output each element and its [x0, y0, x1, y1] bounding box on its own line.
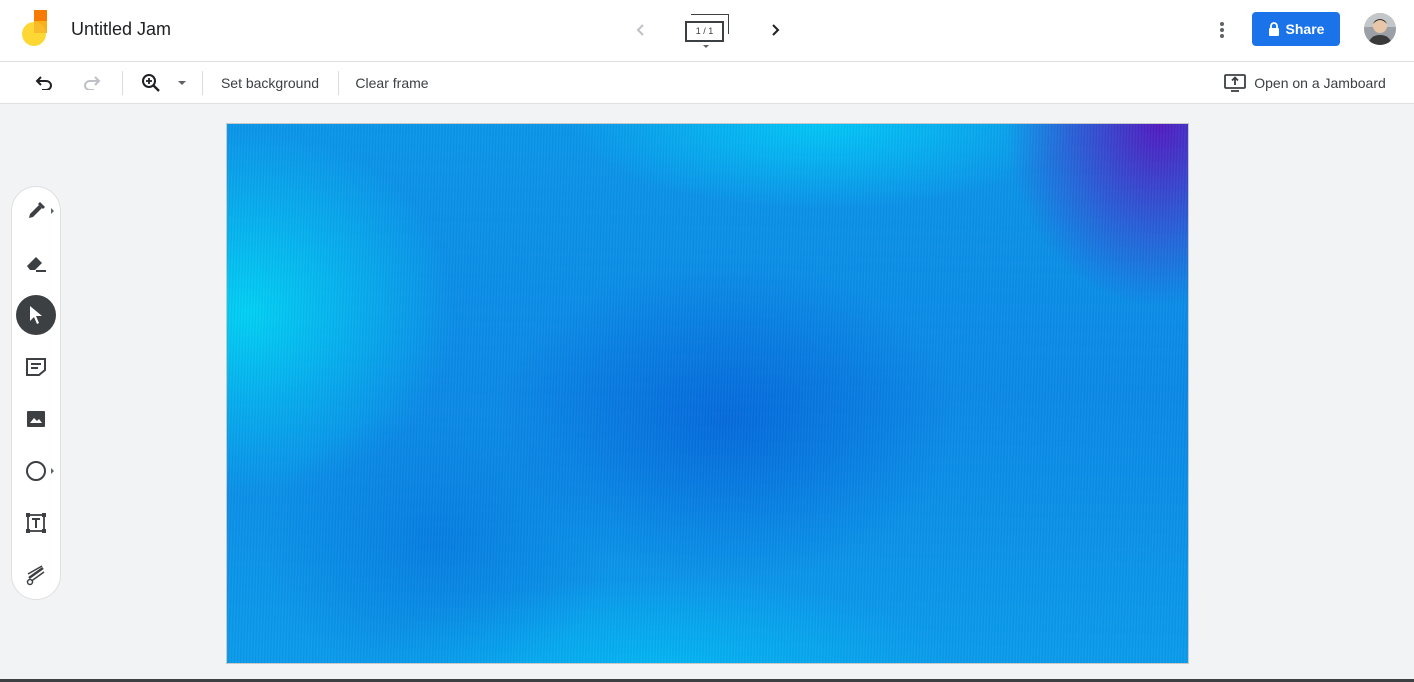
top-bar: Untitled Jam 1 / 1 Share: [0, 0, 1414, 62]
image-tool[interactable]: [16, 399, 56, 439]
avatar[interactable]: [1364, 13, 1396, 45]
tool-sidebar: [11, 186, 61, 600]
circle-icon: [26, 461, 46, 481]
eraser-tool[interactable]: [16, 243, 56, 283]
zoom-dropdown-button[interactable]: [174, 62, 190, 104]
undo-icon: [35, 76, 52, 90]
eraser-icon: [27, 257, 46, 272]
chevron-right-icon: [772, 24, 780, 36]
frame-indicator: 1 / 1: [685, 21, 724, 42]
laser-tool[interactable]: [16, 555, 56, 595]
divider: [338, 71, 339, 95]
doc-title[interactable]: Untitled Jam: [71, 19, 171, 40]
lock-icon: [1268, 22, 1279, 36]
caret-down-icon: [703, 45, 709, 48]
frame-bar-toggle[interactable]: 1 / 1: [683, 12, 733, 52]
laser-icon: [26, 565, 45, 586]
chevron-left-icon: [636, 24, 644, 36]
more-vert-icon: [1220, 22, 1224, 38]
share-button[interactable]: Share: [1252, 12, 1340, 46]
pen-icon: [29, 202, 45, 218]
expand-arrow-icon: [51, 208, 54, 214]
select-tool[interactable]: [16, 295, 56, 335]
set-background-button[interactable]: Set background: [214, 62, 326, 104]
zoom-button[interactable]: [138, 62, 164, 104]
shape-tool[interactable]: [16, 451, 56, 491]
toolbar: Set background Clear frame Open on a Jam…: [0, 62, 1414, 104]
jamboard-logo-icon[interactable]: [20, 10, 50, 48]
undo-button[interactable]: [30, 62, 58, 104]
divider: [122, 71, 123, 95]
previous-frame-button[interactable]: [628, 17, 654, 43]
next-frame-button[interactable]: [762, 17, 788, 43]
sticky-note-icon: [26, 358, 46, 376]
cursor-icon: [30, 306, 42, 324]
share-label: Share: [1285, 21, 1325, 37]
open-on-jamboard-label: Open on a Jamboard: [1254, 75, 1386, 91]
redo-icon: [84, 76, 101, 90]
clear-frame-button[interactable]: Clear frame: [348, 62, 436, 104]
divider: [202, 71, 203, 95]
redo-button[interactable]: [78, 62, 106, 104]
image-icon: [27, 411, 45, 427]
open-on-jamboard-button[interactable]: Open on a Jamboard: [1220, 62, 1390, 104]
expand-arrow-icon: [51, 468, 54, 474]
cast-to-device-icon: [1224, 74, 1247, 92]
zoom-in-icon: [142, 74, 160, 92]
sticky-note-tool[interactable]: [16, 347, 56, 387]
jam-canvas[interactable]: [226, 123, 1189, 664]
caret-down-icon: [178, 80, 186, 85]
more-options-button[interactable]: [1208, 16, 1236, 44]
pen-tool[interactable]: [16, 191, 56, 231]
text-box-icon: [26, 513, 46, 533]
text-box-tool[interactable]: [16, 503, 56, 543]
